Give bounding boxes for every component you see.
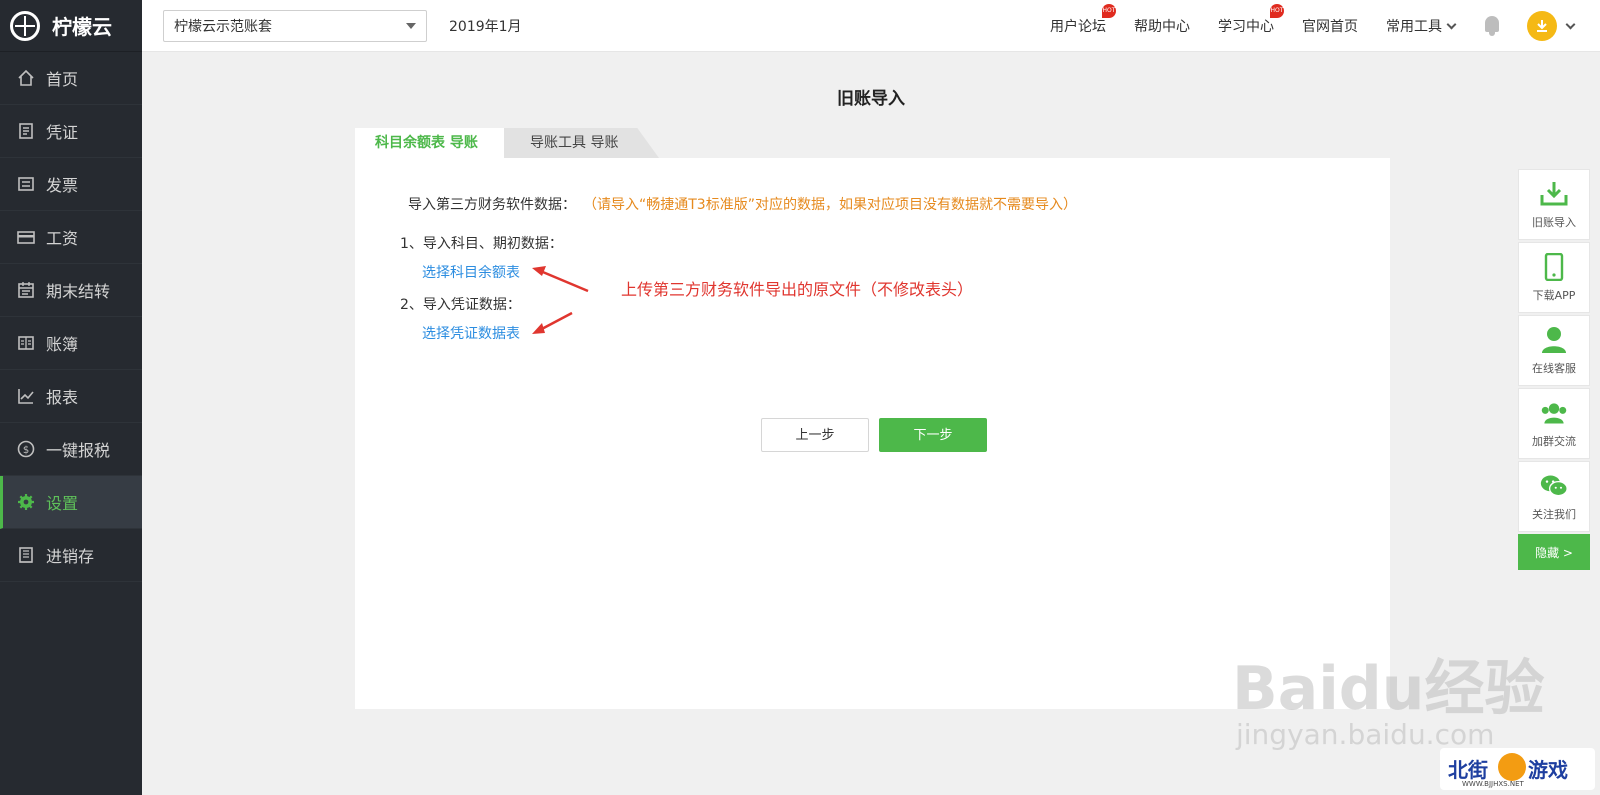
top-links: 用户论坛 HOT 帮助中心 学习中心 HOT 官网首页 常用工具: [1050, 0, 1600, 52]
float-follow-us[interactable]: 关注我们: [1518, 461, 1590, 532]
sidebar-item-label: 账簿: [46, 335, 79, 354]
chevron-down-icon: [1565, 19, 1576, 29]
ledger-icon: [16, 333, 36, 353]
step-1-label: 1、导入科目、期初数据：: [400, 236, 563, 252]
account-book-select[interactable]: 柠檬云示范账套: [163, 9, 427, 42]
sidebar: 柠檬云 首页 凭证 发票 工资 期末结转 账簿 报表 $ 一键报税 设置 进销存: [0, 0, 142, 795]
sidebar-item-label: 期末结转: [46, 282, 111, 301]
sidebar-item-period-close[interactable]: 期末结转: [0, 264, 142, 317]
annotation-arrows: [532, 266, 589, 334]
prev-step-button[interactable]: 上一步: [761, 418, 869, 452]
import-panel: 导入第三方财务软件数据： （请导入“畅捷通T3标准版”对应的数据，如果对应项目没有…: [355, 158, 1390, 709]
site-watermark-left: 北街: [1448, 758, 1488, 782]
user-forum-link[interactable]: 用户论坛 HOT: [1050, 4, 1116, 36]
hot-badge: HOT: [1102, 4, 1116, 18]
accounting-period: 2019年1月: [449, 18, 522, 35]
sidebar-item-invoice[interactable]: 发票: [0, 158, 142, 211]
float-online-service[interactable]: 在线客服: [1518, 315, 1590, 386]
sidebar-item-voucher[interactable]: 凭证: [0, 105, 142, 158]
user-icon: [1540, 326, 1568, 354]
choose-balance-sheet-link[interactable]: 选择科目余额表: [422, 262, 520, 282]
sidebar-item-label: 进销存: [46, 547, 95, 566]
settings-icon: [16, 492, 36, 512]
import-tabs: 科目余额表 导账 导账工具 导账: [355, 128, 659, 158]
floating-toolbar: 旧账导入 下载APP 在线客服 加群交流 关注我们 隐藏 >: [1518, 169, 1590, 570]
salary-icon: [16, 227, 36, 247]
intro-note: （请导入“畅捷通T3标准版”对应的数据，如果对应项目没有数据就不需要导入）: [590, 197, 1077, 213]
float-label: 旧账导入: [1532, 215, 1576, 229]
float-hide-button[interactable]: 隐藏 >: [1518, 534, 1590, 570]
voucher-icon: [16, 121, 36, 141]
phone-icon: [1540, 252, 1568, 281]
report-icon: [16, 386, 36, 406]
float-join-group[interactable]: 加群交流: [1518, 388, 1590, 459]
caret-down-icon: [406, 22, 416, 29]
sidebar-item-label: 设置: [46, 494, 79, 513]
account-book-value: 柠檬云示范账套: [174, 18, 272, 35]
sidebar-item-inventory[interactable]: 进销存: [0, 529, 142, 582]
sidebar-item-label: 凭证: [46, 123, 79, 142]
site-watermark-url: WWW.BJJHXS.NET: [1462, 780, 1524, 788]
sidebar-item-settings[interactable]: 设置: [0, 476, 142, 529]
learning-center-label: 学习中心: [1218, 19, 1274, 35]
home-icon: [16, 68, 36, 88]
site-watermark-right: 游戏: [1528, 758, 1568, 782]
app-name: 柠檬云: [52, 15, 112, 39]
bell-icon[interactable]: [1483, 16, 1501, 36]
float-label: 加群交流: [1532, 434, 1576, 448]
inventory-icon: [16, 545, 36, 565]
intro-text: 导入第三方财务软件数据：: [408, 197, 576, 213]
sidebar-item-report[interactable]: 报表: [0, 370, 142, 423]
sidebar-item-label: 一键报税: [46, 441, 111, 460]
learning-center-link[interactable]: 学习中心 HOT: [1218, 4, 1284, 36]
sidebar-item-tax[interactable]: $ 一键报税: [0, 423, 142, 476]
common-tools-menu[interactable]: 常用工具: [1386, 16, 1457, 36]
download-tray-icon: [1540, 180, 1568, 208]
svg-text:$: $: [23, 445, 29, 456]
float-old-import[interactable]: 旧账导入: [1518, 169, 1590, 240]
baidu-url-watermark: jingyan.baidu.com: [1236, 718, 1495, 751]
float-label: 下载APP: [1532, 288, 1576, 302]
sidebar-item-label: 发票: [46, 176, 79, 195]
float-label: 关注我们: [1532, 507, 1576, 521]
page-title: 旧账导入: [837, 89, 905, 109]
next-step-button[interactable]: 下一步: [879, 418, 987, 452]
common-tools-label: 常用工具: [1386, 19, 1442, 35]
invoice-icon: [16, 174, 36, 194]
official-home-link[interactable]: 官网首页: [1302, 16, 1358, 36]
hot-badge: HOT: [1270, 4, 1284, 18]
float-download-app[interactable]: 下载APP: [1518, 242, 1590, 313]
sidebar-item-ledger[interactable]: 账簿: [0, 317, 142, 370]
annotation-text: 上传第三方财务软件导出的原文件（不修改表头）: [621, 280, 974, 299]
tab-tool-import[interactable]: 导账工具 导账: [504, 128, 659, 158]
top-bar: 柠檬云示范账套 2019年1月 用户论坛 HOT 帮助中心 学习中心 HOT 官…: [142, 0, 1600, 52]
sun-logo-icon: [1498, 753, 1526, 781]
sidebar-item-label: 首页: [46, 70, 79, 89]
intro-line: 导入第三方财务软件数据： （请导入“畅捷通T3标准版”对应的数据，如果对应项目没有…: [408, 194, 1077, 214]
baidu-watermark: Baidu经验: [1232, 654, 1545, 724]
lemon-logo-icon: [10, 10, 40, 41]
site-watermark: 北街 游戏 WWW.BJJHXS.NET: [1440, 748, 1595, 790]
tax-icon: $: [16, 439, 36, 459]
user-forum-label: 用户论坛: [1050, 19, 1106, 35]
step-2-label: 2、导入凭证数据：: [400, 297, 521, 313]
sidebar-item-label: 工资: [46, 229, 79, 248]
sidebar-item-salary[interactable]: 工资: [0, 211, 142, 264]
float-label: 在线客服: [1532, 361, 1576, 375]
user-menu[interactable]: [1527, 11, 1576, 41]
avatar: [1527, 11, 1557, 41]
logo[interactable]: 柠檬云: [0, 0, 142, 52]
period-close-icon: [16, 280, 36, 300]
choose-voucher-sheet-link[interactable]: 选择凭证数据表: [422, 323, 520, 343]
sidebar-item-home[interactable]: 首页: [0, 52, 142, 105]
chevron-down-icon: [1446, 19, 1457, 29]
sidebar-item-label: 报表: [46, 388, 79, 407]
tab-balance-sheet-import[interactable]: 科目余额表 导账: [355, 128, 510, 158]
group-icon: [1540, 399, 1568, 427]
wechat-icon: [1540, 472, 1568, 500]
help-center-link[interactable]: 帮助中心: [1134, 16, 1190, 36]
